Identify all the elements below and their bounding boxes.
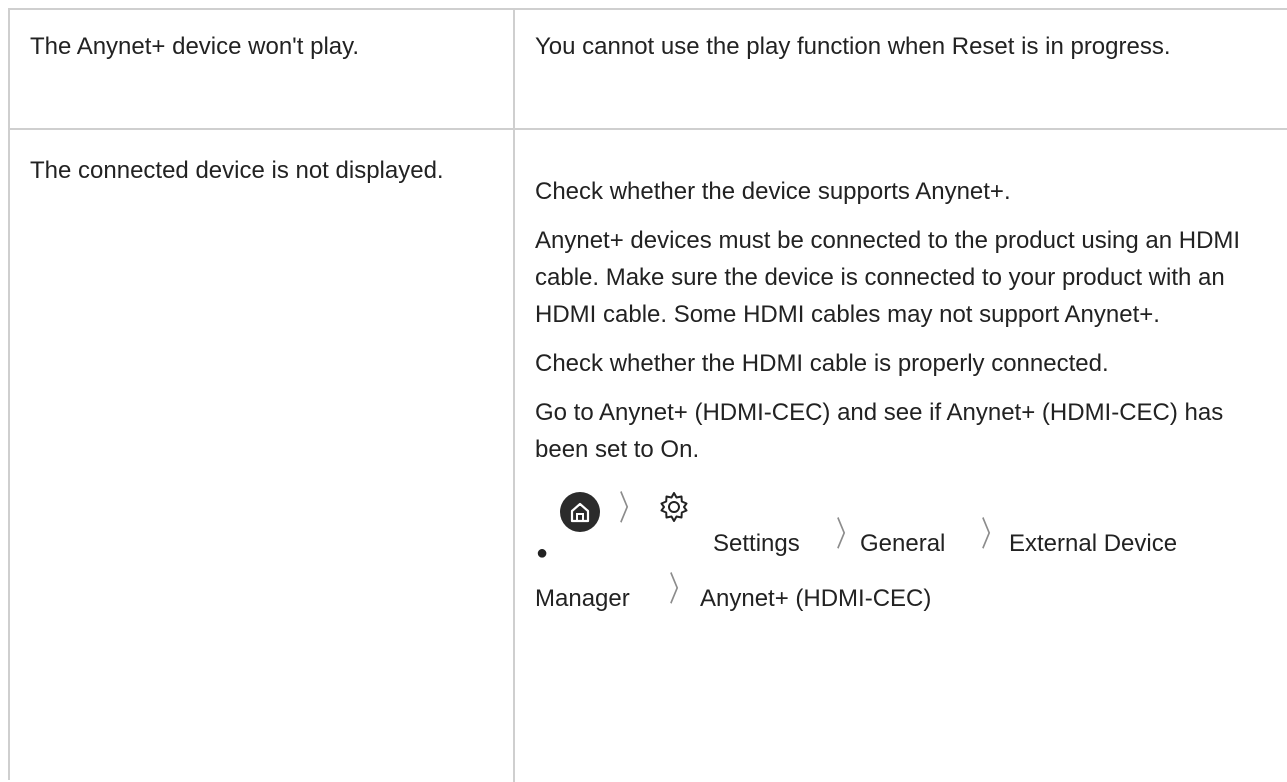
solution-hdmi-cable: Anynet+ devices must be connected to the… bbox=[535, 227, 1241, 328]
table-row: The Anynet+ device won't play. You canno… bbox=[10, 10, 1287, 130]
gear-icon bbox=[657, 490, 691, 524]
solution-cell: Check whether the device supports Anynet… bbox=[515, 130, 1287, 782]
menu-path: ● 〉 Settings 〉 General 〉 External Device… bbox=[535, 488, 1267, 623]
issue-text: The connected device is not displayed. bbox=[30, 157, 444, 184]
path-general: General bbox=[860, 530, 946, 557]
chevron-right-icon: 〉 bbox=[668, 571, 692, 609]
solution-anynet-setting: Go to Anynet+ (HDMI-CEC) and see if Anyn… bbox=[535, 399, 1224, 463]
home-icon bbox=[560, 492, 600, 532]
solution-check-connection: Check whether the HDMI cable is properly… bbox=[535, 350, 1109, 377]
path-external-device-manager: Manager bbox=[535, 585, 630, 612]
bullet: ● bbox=[536, 542, 549, 564]
issue-cell: The Anynet+ device won't play. bbox=[10, 10, 515, 128]
chevron-right-icon: 〉 bbox=[618, 490, 642, 528]
issue-cell: The connected device is not displayed. bbox=[10, 130, 515, 782]
path-anynet-hdmi-cec: Anynet+ (HDMI-CEC) bbox=[700, 585, 932, 612]
solution-check-support: Check whether the device supports Anynet… bbox=[535, 178, 1011, 205]
solution-text: You cannot use the play function when Re… bbox=[535, 33, 1171, 60]
chevron-right-icon: 〉 bbox=[835, 516, 859, 554]
troubleshooting-table: The Anynet+ device won't play. You canno… bbox=[8, 8, 1287, 782]
path-settings: Settings bbox=[713, 530, 800, 557]
table-row: The connected device is not displayed. C… bbox=[10, 130, 1287, 782]
path-external-device: External Device bbox=[1009, 530, 1178, 557]
solution-cell: You cannot use the play function when Re… bbox=[515, 10, 1287, 128]
chevron-right-icon: 〉 bbox=[980, 516, 1004, 554]
issue-text: The Anynet+ device won't play. bbox=[30, 33, 360, 60]
